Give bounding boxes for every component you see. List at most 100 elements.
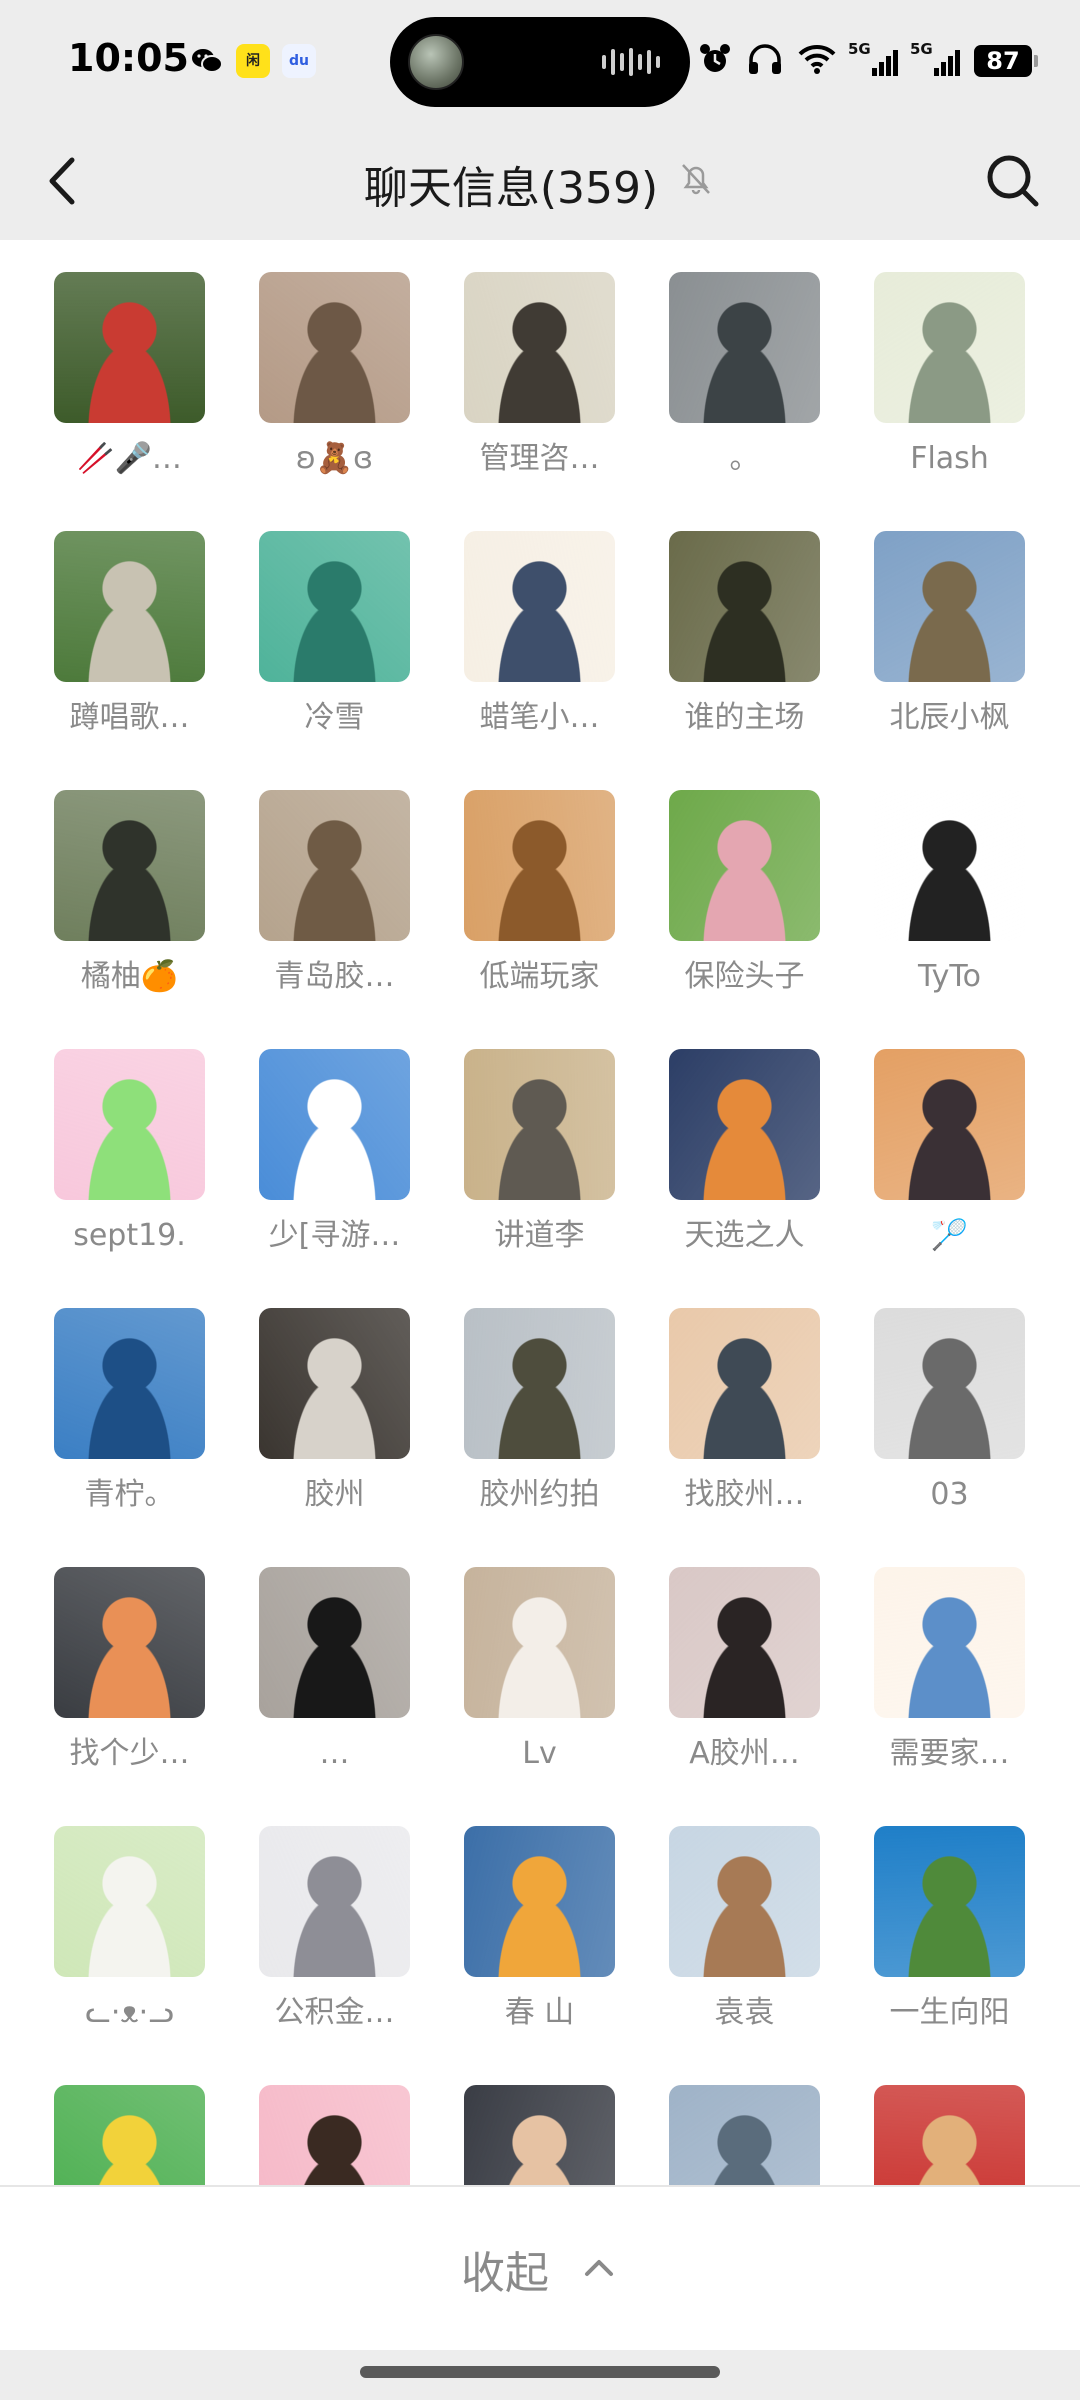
member-item[interactable]: ᓚ·ᴥ·ᓗ bbox=[27, 1826, 232, 2085]
member-item[interactable]: 🏸 bbox=[847, 1049, 1052, 1308]
collapse-button[interactable]: 收起 bbox=[0, 2185, 1080, 2350]
page-title-wrap: 聊天信息(359) bbox=[0, 152, 1080, 216]
status-right: 5G 5G 87 bbox=[698, 40, 1038, 82]
member-name: 橘柚🍊 bbox=[80, 959, 179, 994]
member-item[interactable]: TyTo bbox=[847, 790, 1052, 1049]
member-item[interactable]: Lv bbox=[437, 1567, 642, 1826]
member-item[interactable]: 青柠。 bbox=[27, 1308, 232, 1567]
member-name: 🏸 bbox=[930, 1218, 969, 1253]
member-avatar bbox=[669, 531, 820, 682]
headphones-icon bbox=[746, 42, 784, 80]
member-item[interactable]: 谁的主场 bbox=[642, 531, 847, 790]
member-item[interactable]: 北辰小枫 bbox=[847, 531, 1052, 790]
member-item[interactable] bbox=[642, 2085, 847, 2185]
member-name: 03 bbox=[930, 1477, 969, 1512]
home-indicator[interactable] bbox=[360, 2366, 720, 2378]
member-name: 讲道李 bbox=[494, 1218, 585, 1253]
status-bar: 10:05 闲 du 5G 5G 87 bbox=[0, 0, 1080, 122]
member-avatar bbox=[874, 272, 1025, 423]
battery-indicator: 87 bbox=[974, 45, 1038, 77]
member-item[interactable]: 一生向阳 bbox=[847, 1826, 1052, 2085]
member-item[interactable]: 找个少… bbox=[27, 1567, 232, 1826]
member-name: 冷雪 bbox=[304, 700, 365, 735]
member-name: 袁袁 bbox=[714, 1995, 775, 2030]
audio-wave-icon bbox=[602, 47, 660, 77]
member-avatar bbox=[54, 790, 205, 941]
member-avatar bbox=[669, 1308, 820, 1459]
member-item[interactable]: 需要家… bbox=[847, 1567, 1052, 1826]
member-avatar bbox=[874, 531, 1025, 682]
member-item[interactable]: A胶州… bbox=[642, 1567, 847, 1826]
member-avatar bbox=[669, 272, 820, 423]
member-name: 少[寻游… bbox=[268, 1218, 401, 1253]
member-item[interactable]: 🥢🎤… bbox=[27, 272, 232, 531]
member-item[interactable]: 天选之人 bbox=[642, 1049, 847, 1308]
chevron-up-icon bbox=[579, 2247, 619, 2291]
member-item[interactable]: 讲道李 bbox=[437, 1049, 642, 1308]
member-item[interactable]: 春 山 bbox=[437, 1826, 642, 2085]
member-item[interactable]: 袁袁 bbox=[642, 1826, 847, 2085]
member-item[interactable]: 公积金… bbox=[232, 1826, 437, 2085]
member-name: 管理咨… bbox=[479, 441, 600, 476]
member-avatar bbox=[874, 1826, 1025, 1977]
member-item[interactable]: 少[寻游… bbox=[232, 1049, 437, 1308]
member-item[interactable]: Flash bbox=[847, 272, 1052, 531]
member-list[interactable]: 🥢🎤… ʚ🧸ɞ 管理咨… 。 Flash 蹲唱歌… 冷雪 蜡笔小… 谁的主场 北辰小枫橘柚🍊 青岛胶… bbox=[0, 240, 1080, 2185]
member-avatar bbox=[259, 790, 410, 941]
member-avatar bbox=[54, 1049, 205, 1200]
member-name: 找胶州… bbox=[684, 1477, 805, 1512]
member-avatar bbox=[464, 1826, 615, 1977]
member-item[interactable]: … bbox=[232, 1567, 437, 1826]
member-item[interactable]: ʚ🧸ɞ bbox=[232, 272, 437, 531]
member-name: 青柠。 bbox=[84, 1477, 175, 1512]
member-item[interactable] bbox=[847, 2085, 1052, 2185]
member-avatar bbox=[874, 1308, 1025, 1459]
member-item[interactable]: 保险头子 bbox=[642, 790, 847, 1049]
member-item[interactable]: 。 bbox=[642, 272, 847, 531]
member-name: sept19. bbox=[73, 1218, 186, 1253]
member-item[interactable]: 橘柚🍊 bbox=[27, 790, 232, 1049]
member-name: 需要家… bbox=[889, 1736, 1010, 1771]
baidu-icon: du bbox=[282, 44, 316, 78]
member-item[interactable]: 低端玩家 bbox=[437, 790, 642, 1049]
member-name: ʚ🧸ɞ bbox=[295, 441, 374, 476]
member-item[interactable]: 03 bbox=[847, 1308, 1052, 1567]
member-item[interactable]: 胶州 bbox=[232, 1308, 437, 1567]
member-avatar bbox=[259, 272, 410, 423]
page-title: 聊天信息(359) bbox=[363, 163, 659, 214]
member-item[interactable] bbox=[27, 2085, 232, 2185]
member-name: 一生向阳 bbox=[889, 1995, 1010, 2030]
member-avatar bbox=[669, 790, 820, 941]
member-item[interactable]: 找胶州… bbox=[642, 1308, 847, 1567]
member-name: … bbox=[319, 1736, 350, 1771]
member-item[interactable]: 蹲唱歌… bbox=[27, 531, 232, 790]
signal-icon-1: 5G bbox=[848, 40, 898, 76]
member-name: 保险头子 bbox=[684, 959, 805, 994]
member-name: 蜡笔小… bbox=[479, 700, 600, 735]
member-avatar bbox=[464, 1567, 615, 1718]
member-item[interactable]: 冷雪 bbox=[232, 531, 437, 790]
member-avatar bbox=[54, 1308, 205, 1459]
member-name: 胶州 bbox=[304, 1477, 365, 1512]
member-item[interactable]: 蜡笔小… bbox=[437, 531, 642, 790]
member-name: 🥢🎤… bbox=[77, 441, 182, 476]
member-item[interactable]: sept19. bbox=[27, 1049, 232, 1308]
member-avatar bbox=[669, 2085, 820, 2185]
member-name: 低端玩家 bbox=[479, 959, 600, 994]
member-item[interactable] bbox=[232, 2085, 437, 2185]
member-item[interactable]: 管理咨… bbox=[437, 272, 642, 531]
member-item[interactable]: 胶州约拍 bbox=[437, 1308, 642, 1567]
member-avatar bbox=[54, 272, 205, 423]
member-avatar bbox=[259, 531, 410, 682]
member-name: 。 bbox=[729, 441, 760, 476]
member-name: ᓚ·ᴥ·ᓗ bbox=[85, 1995, 174, 2030]
dynamic-island[interactable] bbox=[390, 17, 690, 107]
member-item[interactable] bbox=[437, 2085, 642, 2185]
member-avatar bbox=[259, 1567, 410, 1718]
member-item[interactable]: 青岛胶… bbox=[232, 790, 437, 1049]
wifi-icon bbox=[798, 43, 836, 79]
search-button[interactable] bbox=[976, 144, 1050, 218]
member-avatar bbox=[874, 1567, 1025, 1718]
chat-info-header: 聊天信息(359) bbox=[0, 122, 1080, 240]
member-name: 谁的主场 bbox=[684, 700, 805, 735]
